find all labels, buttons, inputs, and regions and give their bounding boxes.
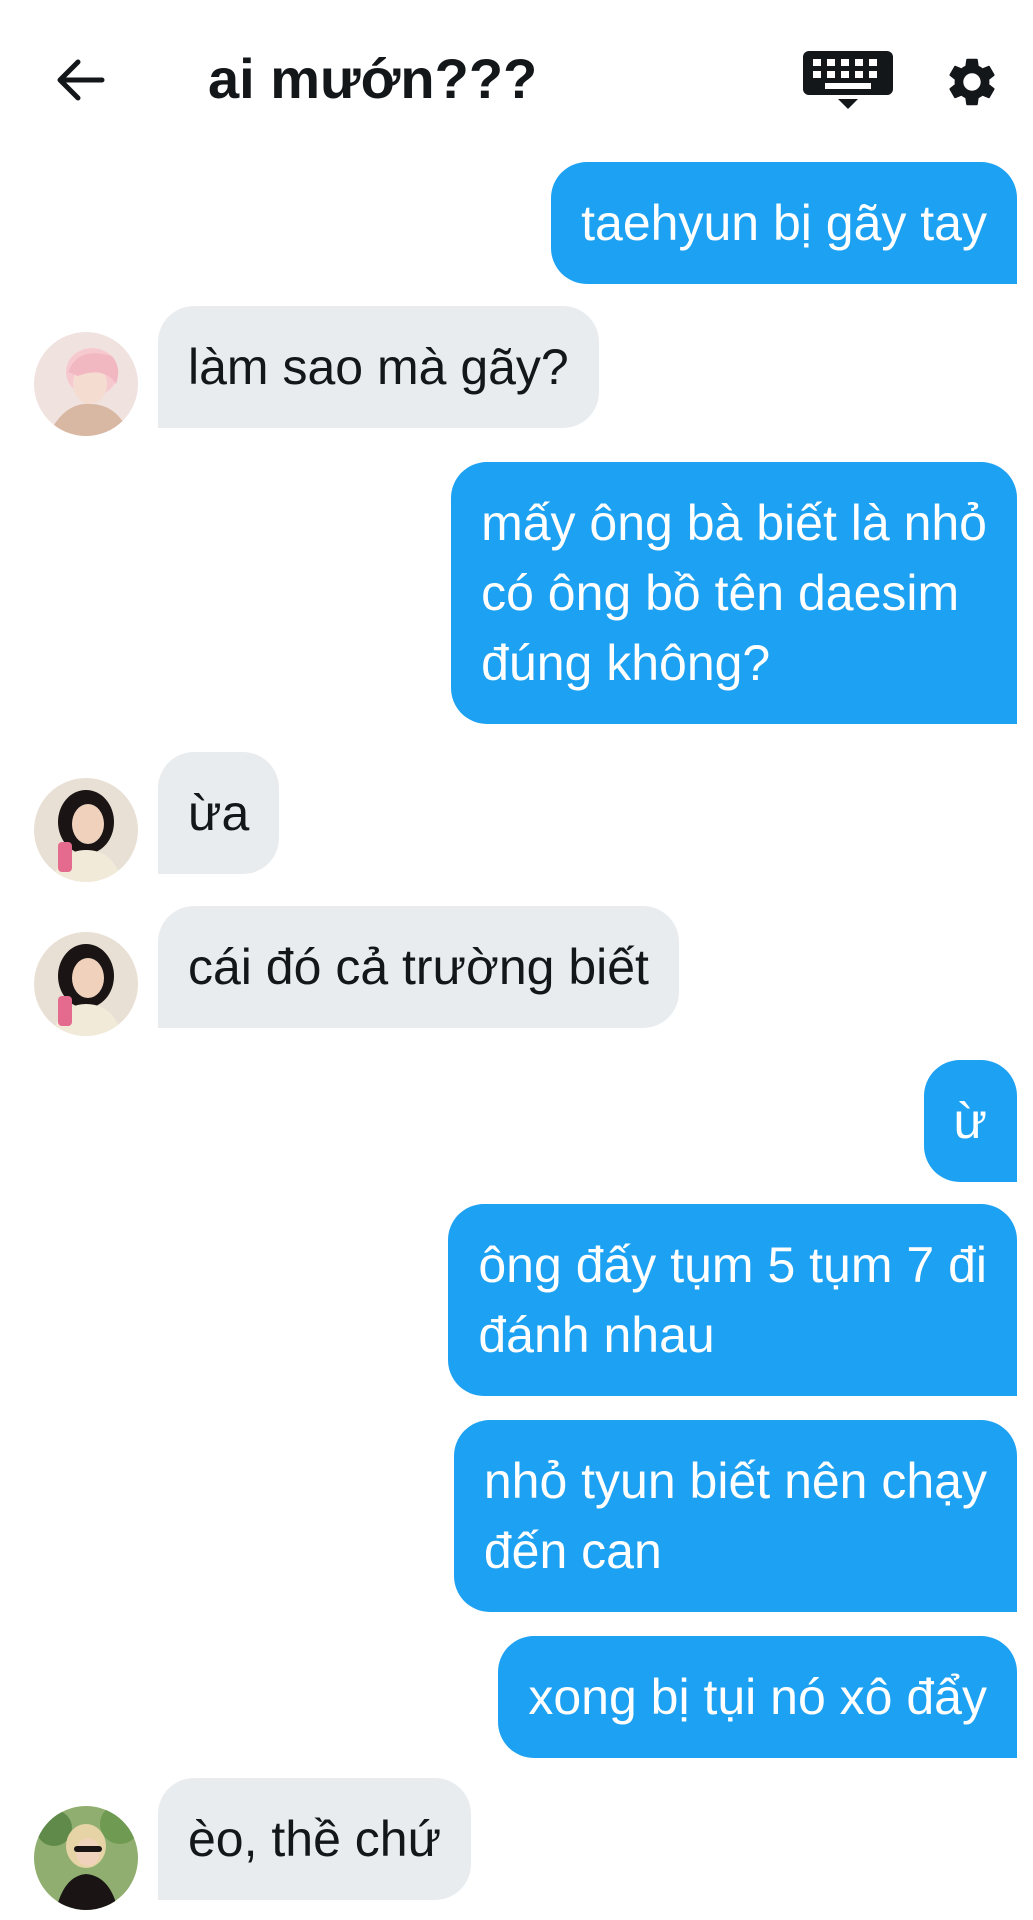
back-button[interactable] (48, 50, 112, 110)
message-bubble-outgoing[interactable]: nhỏ tyun biết nên chạy đến can (453, 1420, 1017, 1612)
arrow-left-icon (57, 59, 105, 101)
message-text: ừ (953, 1093, 987, 1149)
message-text: đến can (483, 1523, 662, 1579)
avatar-pink-hair[interactable] (34, 332, 138, 436)
message-bubble-incoming[interactable]: ừa (158, 752, 280, 874)
avatar-dark-hair[interactable] (34, 778, 138, 882)
message-text: taehyun bị gãy tay (581, 195, 987, 251)
message-bubble-outgoing[interactable]: taehyun bị gãy tay (551, 162, 1017, 284)
avatar-dark-hair[interactable] (34, 932, 138, 1036)
conversation-title: ai mướn??? (208, 47, 538, 110)
message-text: èo, thề chứ (188, 1811, 442, 1867)
message-text: có ông bồ tên daesim (481, 565, 960, 621)
message-text: nhỏ tyun biết nên chạy (483, 1453, 987, 1509)
message-text: xong bị tụi nó xô đẩy (528, 1669, 987, 1725)
message-text: mấy ông bà biết là nhỏ (481, 495, 987, 551)
message-bubble-outgoing[interactable]: ừ (923, 1060, 1017, 1182)
message-bubble-incoming[interactable]: cái đó cả trường biết (158, 906, 679, 1028)
message-text: làm sao mà gãy? (188, 339, 569, 395)
message-bubble-outgoing[interactable]: ông đấy tụm 5 tụm 7 đi đánh nhau (448, 1204, 1017, 1396)
message-bubble-outgoing[interactable]: mấy ông bà biết là nhỏ có ông bồ tên dae… (451, 462, 1017, 724)
message-bubble-outgoing[interactable]: xong bị tụi nó xô đẩy (498, 1636, 1017, 1758)
top-bar: ai mướn??? (0, 0, 1033, 150)
message-text: đúng không? (481, 635, 771, 691)
message-bubble-incoming[interactable]: làm sao mà gãy? (158, 306, 599, 428)
message-text: ừa (188, 785, 250, 841)
message-text: cái đó cả trường biết (188, 939, 649, 995)
settings-button[interactable] (940, 50, 1004, 114)
keyboard-button[interactable] (800, 48, 896, 112)
message-text: đánh nhau (478, 1307, 715, 1363)
message-bubble-incoming[interactable]: èo, thề chứ (158, 1778, 472, 1900)
avatar-outdoor[interactable] (34, 1806, 138, 1910)
message-text: ông đấy tụm 5 tụm 7 đi (478, 1237, 987, 1293)
keyboard-icon (803, 51, 893, 109)
gear-icon (949, 58, 995, 106)
